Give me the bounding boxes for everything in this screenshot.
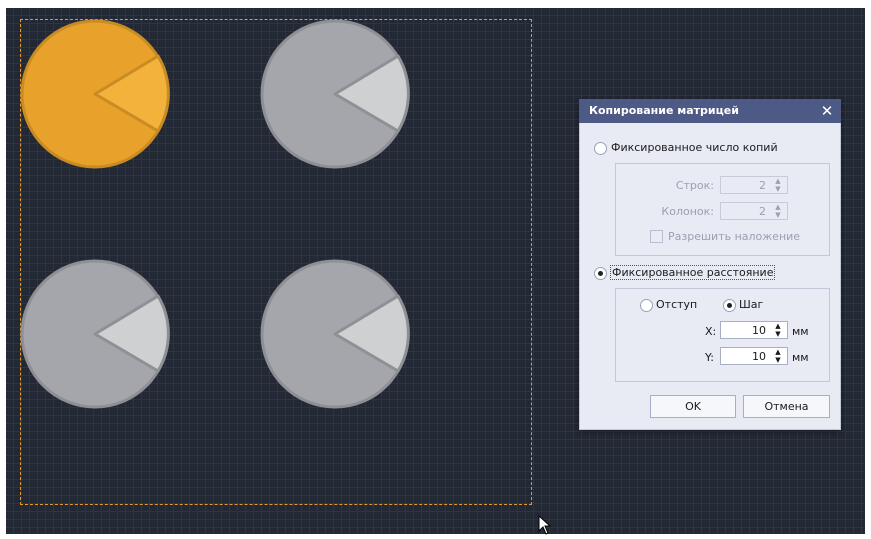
columns-value: 2 bbox=[759, 205, 766, 218]
pie-shape[interactable] bbox=[20, 259, 170, 409]
fixed-copies-radio[interactable] bbox=[594, 142, 607, 155]
x-stepper[interactable]: 10 ▲ ▼ bbox=[720, 321, 788, 339]
spin-down-icon[interactable]: ▼ bbox=[772, 356, 784, 364]
fixed-distance-radio[interactable] bbox=[594, 267, 607, 280]
spin-up-icon[interactable]: ▲ bbox=[772, 322, 784, 330]
y-value: 10 bbox=[752, 350, 766, 363]
spin-up-icon[interactable]: ▲ bbox=[772, 177, 784, 185]
spin-down-icon[interactable]: ▼ bbox=[772, 330, 784, 338]
rows-value: 2 bbox=[759, 179, 766, 192]
pie-shape[interactable] bbox=[260, 19, 410, 169]
fixed-distance-label[interactable]: Фиксированное расстояние bbox=[610, 265, 776, 280]
rows-stepper[interactable]: 2 ▲ ▼ bbox=[720, 176, 788, 194]
y-stepper[interactable]: 10 ▲ ▼ bbox=[720, 347, 788, 365]
mouse-cursor-icon bbox=[538, 514, 552, 535]
columns-stepper[interactable]: 2 ▲ ▼ bbox=[720, 202, 788, 220]
rows-label: Строк: bbox=[675, 179, 714, 192]
allow-overlap-checkbox[interactable] bbox=[650, 230, 663, 243]
spin-down-icon[interactable]: ▼ bbox=[772, 185, 784, 193]
fixed-copies-label[interactable]: Фиксированное число копий bbox=[611, 141, 778, 154]
ok-button[interactable]: OK bbox=[650, 395, 736, 418]
offset-radio[interactable] bbox=[640, 299, 653, 312]
pie-shape[interactable] bbox=[260, 259, 410, 409]
matrix-copy-dialog: Копирование матрицей ✕ Фиксированное чис… bbox=[579, 99, 841, 430]
x-unit: мм bbox=[792, 325, 809, 338]
allow-overlap-label[interactable]: Разрешить наложение bbox=[668, 230, 800, 243]
y-unit: мм bbox=[792, 351, 809, 364]
spin-down-icon[interactable]: ▼ bbox=[772, 211, 784, 219]
close-icon[interactable]: ✕ bbox=[817, 101, 837, 121]
x-label: X: bbox=[705, 325, 717, 338]
fixed-copies-group: Строк: 2 ▲ ▼ Колонок: 2 ▲ ▼ Разрешить на… bbox=[615, 163, 830, 256]
step-label[interactable]: Шаг bbox=[739, 298, 763, 311]
spin-up-icon[interactable]: ▲ bbox=[772, 348, 784, 356]
pie-shape-selected[interactable] bbox=[20, 19, 170, 169]
fixed-distance-group: Отступ Шаг X: 10 ▲ ▼ мм Y: 10 ▲ ▼ мм bbox=[615, 288, 830, 382]
y-label: Y: bbox=[705, 351, 714, 364]
dialog-title: Копирование матрицей bbox=[589, 104, 739, 117]
dialog-titlebar[interactable]: Копирование матрицей ✕ bbox=[579, 99, 841, 123]
offset-label[interactable]: Отступ bbox=[656, 298, 697, 311]
step-radio[interactable] bbox=[723, 299, 736, 312]
spin-up-icon[interactable]: ▲ bbox=[772, 203, 784, 211]
cancel-button[interactable]: Отмена bbox=[743, 395, 830, 418]
columns-label: Колонок: bbox=[661, 205, 714, 218]
x-value: 10 bbox=[752, 324, 766, 337]
